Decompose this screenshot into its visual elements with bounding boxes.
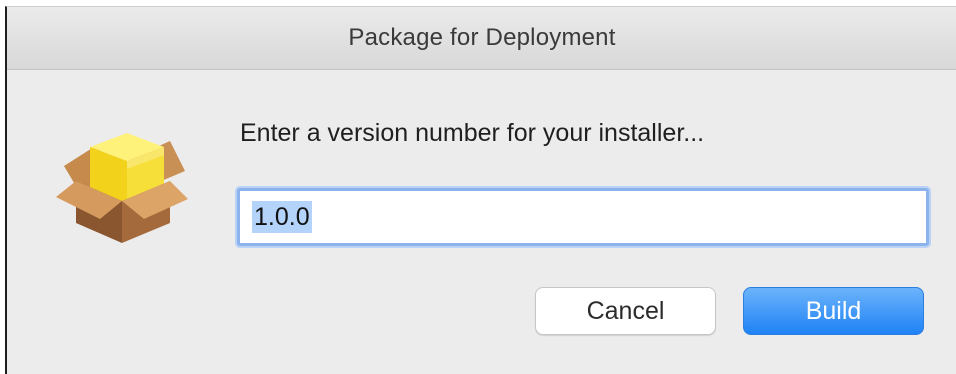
version-number-input[interactable]: 1.0.0 [237,188,929,246]
title-bar[interactable]: Package for Deployment [7,7,956,70]
package-icon [52,111,192,251]
version-input-value: 1.0.0 [252,201,312,233]
cancel-button[interactable]: Cancel [535,287,716,335]
prompt-text: Enter a version number for your installe… [240,119,705,147]
dialog-window: Package for Deployment Enter a version n… [5,6,956,374]
window-title: Package for Deployment [348,24,616,51]
build-button[interactable]: Build [743,287,924,335]
